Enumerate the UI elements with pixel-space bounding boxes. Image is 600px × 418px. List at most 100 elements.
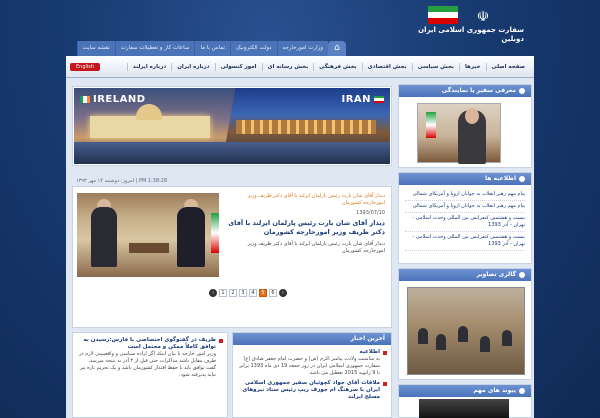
page-frame: ☫ سفارت جمهوری اسلامی ایران دوبلین ⌂ وزا… xyxy=(66,0,534,418)
bullet-icon xyxy=(383,382,387,386)
pager-page-2[interactable]: 2 xyxy=(229,289,237,297)
list-item[interactable]: اطلاعیه به مناسبت ولادت پیامبر اکرم (ص) … xyxy=(237,349,387,377)
announcement-item[interactable]: ظریف در گفتوگوی اختصاصی با فارس:رسیدن به… xyxy=(77,337,223,379)
pager-page-1[interactable]: 1 xyxy=(219,289,227,297)
links-heading-text: پیوند های مهم xyxy=(473,387,516,394)
pager-page-6[interactable]: 6 xyxy=(269,289,277,297)
news-photo[interactable] xyxy=(77,193,219,277)
bullet-icon xyxy=(519,388,525,394)
news-pager: ‹ 1 2 3 4 5 6 › xyxy=(209,289,287,297)
notices-heading: اطلاعیه ها xyxy=(399,173,531,185)
links-heading: پیوند های مهم xyxy=(399,385,531,397)
announcement-box: ظریف در گفتوگوی اختصاصی با فارس:رسیدن به… xyxy=(72,332,228,418)
right-column: معرفی سفیر یا نمایندگی اطلاعیه ها پیام م… xyxy=(396,78,534,418)
banner: IRELAND IRAN xyxy=(72,86,392,166)
news-title[interactable]: دیدار آقای شان بارت رئیس پارلمان ایرلند … xyxy=(225,219,385,237)
main-nav-item-economic[interactable]: بخش اقتصادی xyxy=(361,62,412,71)
gallery-heading: گالری تصاویر xyxy=(399,269,531,281)
links-photo[interactable] xyxy=(419,399,509,418)
news-kicker[interactable]: دیدار آقای شان بارت رئیس پارلمان ایرلند … xyxy=(225,193,385,207)
announcement-title[interactable]: ظریف در گفتوگوی اختصاصی با فارس:رسیدن به… xyxy=(77,337,216,351)
top-nav-item-hours[interactable]: ساعات کار و تعطیلات سفارت xyxy=(114,41,195,56)
iran-label: IRAN xyxy=(341,94,384,105)
river-shape xyxy=(222,142,390,164)
pager-prev-button[interactable]: ‹ xyxy=(209,289,217,297)
notices-heading-text: اطلاعیه ها xyxy=(485,175,516,182)
notice-item[interactable]: پیام مهم رهبر انقلاب به جوانان اروپا و آ… xyxy=(405,189,525,201)
flag-stripe xyxy=(428,18,458,24)
person-shape xyxy=(418,328,428,344)
ireland-flag-icon xyxy=(80,96,90,103)
announcement-text: وزیر امور خارجه با بیان اینکه اگر اراده … xyxy=(78,351,216,378)
home-icon[interactable]: ⌂ xyxy=(328,41,346,56)
person-body xyxy=(91,207,117,267)
links-box: پیوند های مهم xyxy=(398,384,532,418)
site-header: ☫ سفارت جمهوری اسلامی ایران دوبلین ⌂ وزا… xyxy=(66,0,534,56)
main-nav-item-media[interactable]: بخش رسانه ای xyxy=(261,62,314,71)
top-nav-item-sitemap[interactable]: نقشه سایت xyxy=(76,41,115,56)
featured-news: دیدار آقای شان بارت رئیس پارلمان ایرلند … xyxy=(72,186,392,328)
person-shape xyxy=(502,330,512,346)
ambassador-photo[interactable] xyxy=(417,103,501,164)
latest-item-text: به مناسبت ولادت پیامبر اکرم (ص) و حضرت ا… xyxy=(239,356,380,376)
embassy-title-line2: دوبلین xyxy=(501,35,524,43)
top-nav: ⌂ وزارت امورخارجه دولت الکترونیک تماس با… xyxy=(66,41,346,56)
notices-box: اطلاعیه ها پیام مهم رهبر انقلاب به جوانا… xyxy=(398,172,532,264)
notice-item[interactable]: بیست و هشتمین کنفرانس بین المللی وحدت اس… xyxy=(405,213,525,232)
bullet-icon xyxy=(519,88,525,94)
pager-page-3[interactable]: 3 xyxy=(239,289,247,297)
news-summary: دیدار آقای شان بارت رئیس پارلمان ایرلند … xyxy=(247,241,385,254)
person-shape xyxy=(480,336,490,352)
ireland-label-text: IRELAND xyxy=(93,94,146,105)
main-nav-item-cultural[interactable]: بخش فرهنگی xyxy=(313,62,362,71)
main-content: IRELAND IRAN امروز: دوشنبه ۱۴ مهر ۱۳۹۳ |… xyxy=(66,78,534,418)
main-nav-item-news[interactable]: خبرها xyxy=(458,62,486,71)
main-nav-item-political[interactable]: بخش سیاسی xyxy=(411,62,459,71)
bullet-icon xyxy=(383,351,387,355)
person-body xyxy=(177,207,205,267)
list-item[interactable]: ملاقات آقای جواد کچوئیان سفیر جمهوری اسل… xyxy=(237,380,387,401)
flag-icon xyxy=(426,112,436,138)
bridge-shape xyxy=(236,120,376,134)
table-shape xyxy=(129,243,169,253)
bullet-icon xyxy=(219,339,223,343)
english-button[interactable]: English xyxy=(70,62,101,71)
person-shape xyxy=(458,326,468,342)
iran-flag-icon xyxy=(428,6,458,24)
main-nav: صفحه اصلی خبرها بخش سیاسی بخش اقتصادی بخ… xyxy=(66,56,534,78)
ambassador-heading-text: معرفی سفیر یا نمایندگی xyxy=(441,87,516,94)
person-shape xyxy=(436,334,446,350)
latest-news-heading: آخرین اخبار xyxy=(233,333,391,345)
date-line: امروز: دوشنبه ۱۴ مهر ۱۳۹۳ | PM 1:38:28 xyxy=(76,178,168,184)
ambassador-box: معرفی سفیر یا نمایندگی xyxy=(398,84,532,168)
iran-label-text: IRAN xyxy=(341,94,371,105)
top-nav-item-ministry[interactable]: وزارت امورخارجه xyxy=(276,41,328,56)
bullet-icon xyxy=(519,272,525,278)
news-text: دیدار آقای شان بارت رئیس پارلمان ایرلند … xyxy=(225,193,385,255)
embassy-title: سفارت جمهوری اسلامی ایران دوبلین xyxy=(418,26,524,44)
pager-page-4[interactable]: 4 xyxy=(249,289,257,297)
news-date: 1393/07/10 xyxy=(356,210,385,216)
gallery-photo[interactable] xyxy=(407,287,525,375)
main-nav-item-about-ireland[interactable]: درباره ایرلند xyxy=(126,62,171,71)
notice-item[interactable]: پیام مهم رهبر انقلاب به جوانان اروپا و آ… xyxy=(405,201,525,213)
person-head xyxy=(465,108,479,124)
iran-flag-small-icon xyxy=(374,96,384,103)
latest-news-box: آخرین اخبار اطلاعیه به مناسبت ولادت پیام… xyxy=(232,332,392,418)
iran-banner-image: IRAN xyxy=(222,88,390,164)
gallery-heading-text: گالری تصاویر xyxy=(476,271,516,278)
pager-next-button[interactable]: › xyxy=(279,289,287,297)
latest-item-title[interactable]: اطلاعیه xyxy=(237,349,380,356)
main-nav-item-home[interactable]: صفحه اصلی xyxy=(485,62,531,71)
pager-page-5[interactable]: 5 xyxy=(259,289,267,297)
main-nav-item-consular[interactable]: امور کنسولی xyxy=(214,62,262,71)
dome-shape xyxy=(136,104,162,120)
top-nav-item-contact[interactable]: تماس با ما xyxy=(194,41,230,56)
iran-emblem-icon: ☫ xyxy=(476,9,490,25)
top-nav-item-egov[interactable]: دولت الکترونیک xyxy=(229,41,277,56)
main-nav-item-about-iran[interactable]: درباره ایران xyxy=(171,62,214,71)
gallery-box: گالری تصاویر xyxy=(398,268,532,380)
notice-item[interactable]: بیست و هشتمین کنفرانس بین المللی وحدت اس… xyxy=(405,232,525,251)
embassy-title-line1: سفارت جمهوری اسلامی ایران xyxy=(418,26,524,34)
latest-item-title[interactable]: ملاقات آقای جواد کچوئیان سفیر جمهوری اسل… xyxy=(237,380,380,401)
